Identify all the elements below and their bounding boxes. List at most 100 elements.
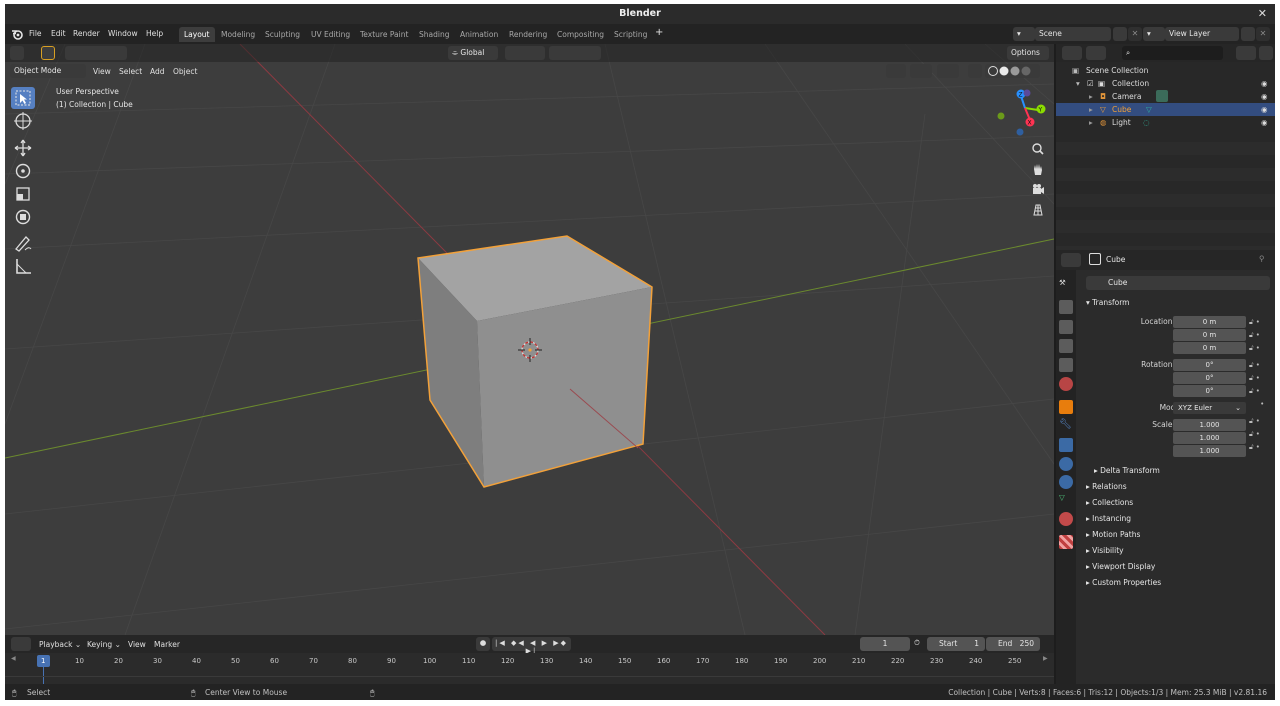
scale-tool-button[interactable]: [11, 183, 35, 205]
tab-layout[interactable]: Layout: [179, 27, 215, 42]
constraints-tab-icon[interactable]: [1059, 475, 1073, 489]
pan-hand-icon[interactable]: [1029, 161, 1047, 179]
outliner-item-collection[interactable]: ▾ ☑ ▣ Collection ◉: [1056, 77, 1275, 90]
viewport-menu-add[interactable]: Add: [150, 67, 165, 76]
rotation-x-field[interactable]: 0°: [1173, 359, 1246, 371]
lock-icon[interactable]: 🔓︎ •: [1249, 329, 1273, 342]
eye-icon[interactable]: ◉: [1261, 105, 1268, 114]
menu-help[interactable]: Help: [146, 29, 163, 38]
lock-icon[interactable]: 🔓︎ •: [1249, 316, 1273, 329]
expand-arrow-icon[interactable]: ▾: [1076, 79, 1080, 88]
tab-sculpting[interactable]: Sculpting: [260, 27, 305, 42]
pivot-snap-icons[interactable]: [505, 46, 545, 60]
rotation-y-field[interactable]: 0°: [1173, 372, 1246, 384]
collections-panel-header[interactable]: ▸ Collections: [1086, 498, 1133, 507]
xray-toggle-icon[interactable]: [968, 64, 982, 78]
transform-orientation-dropdown[interactable]: ⌯ Global: [448, 46, 498, 60]
outliner-editor-type-icon[interactable]: [1062, 46, 1082, 60]
rotate-tool-button[interactable]: [11, 160, 35, 182]
particles-tab-icon[interactable]: [1059, 438, 1073, 452]
cursor-tool-button[interactable]: [11, 110, 35, 132]
tab-texture-paint[interactable]: Texture Paint: [355, 27, 413, 42]
eye-icon[interactable]: ◉: [1261, 79, 1268, 88]
end-frame-field[interactable]: End 250: [986, 637, 1040, 651]
timeline-editor-type-icon[interactable]: [11, 637, 31, 651]
timeline-menu-playback[interactable]: Playback ⌄: [39, 640, 81, 649]
eye-icon[interactable]: ◉: [1261, 118, 1268, 127]
lock-icon[interactable]: 🔓︎ •: [1249, 428, 1273, 441]
lock-icon[interactable]: 🔓︎ •: [1249, 342, 1273, 355]
timeline-menu-view[interactable]: View: [128, 640, 146, 649]
lock-icon[interactable]: 🔓︎ •: [1249, 385, 1273, 398]
menu-render[interactable]: Render: [73, 29, 100, 38]
physics-tab-icon[interactable]: [1059, 457, 1073, 471]
view-layer-tab-icon[interactable]: [1059, 339, 1073, 353]
expand-arrow-icon[interactable]: ▸: [1089, 105, 1093, 114]
new-scene-icon[interactable]: [1113, 27, 1127, 41]
move-tool-button[interactable]: [11, 137, 35, 159]
delete-scene-icon[interactable]: ✕: [1128, 27, 1142, 41]
transform-panel-header[interactable]: ▾ Transform: [1086, 298, 1129, 307]
tab-uv-editing[interactable]: UV Editing: [306, 27, 355, 42]
tab-animation[interactable]: Animation: [455, 27, 503, 42]
tab-modeling[interactable]: Modeling: [216, 27, 260, 42]
camera-view-icon[interactable]: [1029, 181, 1047, 199]
scene-name-field[interactable]: Scene: [1035, 27, 1111, 41]
delete-view-layer-icon[interactable]: ✕: [1256, 27, 1270, 41]
tool-tab-icon[interactable]: ⚒: [1059, 278, 1073, 292]
outliner-scene-collection[interactable]: ▣ Scene Collection: [1056, 64, 1275, 77]
expand-arrow-icon[interactable]: ▸: [1089, 92, 1093, 101]
viewport-menu-object[interactable]: Object: [173, 67, 197, 76]
custom-properties-panel-header[interactable]: ▸ Custom Properties: [1086, 578, 1161, 587]
checkbox-icon[interactable]: ☑: [1087, 79, 1094, 88]
view-layer-field[interactable]: View Layer: [1165, 27, 1239, 41]
editor-type-icon[interactable]: [10, 46, 24, 60]
timeline-menu-marker[interactable]: Marker: [154, 640, 180, 649]
shading-mode-icons[interactable]: [985, 64, 1040, 78]
viewport-menu-view[interactable]: View: [93, 67, 111, 76]
close-icon[interactable]: ✕: [1258, 7, 1267, 20]
stopwatch-icon[interactable]: ⏱︎: [914, 638, 920, 648]
zoom-icon[interactable]: [1029, 140, 1047, 158]
new-view-layer-icon[interactable]: [1241, 27, 1255, 41]
scene-selector-icon[interactable]: ▾: [1013, 27, 1035, 41]
display-mode-icon[interactable]: [1086, 46, 1106, 60]
location-z-field[interactable]: 0 m: [1173, 342, 1246, 354]
start-frame-field[interactable]: Start 1: [927, 637, 985, 651]
location-y-field[interactable]: 0 m: [1173, 329, 1246, 341]
selection-mode-icons[interactable]: [65, 46, 127, 60]
scene-tab-icon[interactable]: [1059, 358, 1073, 372]
3d-viewport[interactable]: Z Y X ⌯ Global Options Object Mode View …: [5, 44, 1054, 635]
view-layer-selector-icon[interactable]: ▾: [1143, 27, 1165, 41]
motion-paths-panel-header[interactable]: ▸ Motion Paths: [1086, 530, 1140, 539]
delta-transform-subpanel[interactable]: ▸ Delta Transform: [1094, 466, 1160, 475]
world-tab-icon[interactable]: [1059, 377, 1073, 391]
rotation-mode-dropdown[interactable]: XYZ Euler ⌄: [1173, 402, 1246, 414]
ortho-grid-icon[interactable]: [1029, 201, 1047, 219]
tab-shading[interactable]: Shading: [414, 27, 454, 42]
scale-y-field[interactable]: 1.000: [1173, 432, 1246, 444]
measure-tool-button[interactable]: [11, 255, 35, 277]
rotation-z-field[interactable]: 0°: [1173, 385, 1246, 397]
modifier-tab-icon[interactable]: 🔧︎: [1059, 419, 1073, 433]
mesh-data-icon[interactable]: ▽: [1146, 105, 1152, 114]
output-tab-icon[interactable]: [1059, 320, 1073, 334]
menu-window[interactable]: Window: [108, 29, 138, 38]
viewport-display-panel-header[interactable]: ▸ Viewport Display: [1086, 562, 1155, 571]
visibility-panel-header[interactable]: ▸ Visibility: [1086, 546, 1124, 555]
object-mode-dropdown[interactable]: Object Mode: [10, 64, 86, 78]
filter-icon[interactable]: [1236, 46, 1256, 60]
instancing-panel-header[interactable]: ▸ Instancing: [1086, 514, 1131, 523]
menu-file[interactable]: File: [29, 29, 42, 38]
annotate-tool-button[interactable]: [11, 232, 35, 254]
overlay-toggle-icon[interactable]: [937, 64, 959, 78]
transform-tool-button[interactable]: [11, 206, 35, 228]
add-workspace-button[interactable]: +: [655, 27, 663, 38]
eye-icon[interactable]: ◉: [1261, 92, 1268, 101]
relations-panel-header[interactable]: ▸ Relations: [1086, 482, 1127, 491]
gizmo-toggle-icon[interactable]: [910, 64, 932, 78]
properties-editor-type-icon[interactable]: [1061, 253, 1081, 267]
select-tool-button[interactable]: [11, 87, 35, 109]
expand-arrow-icon[interactable]: ▸: [1089, 118, 1093, 127]
texture-tab-icon[interactable]: [1059, 535, 1073, 549]
